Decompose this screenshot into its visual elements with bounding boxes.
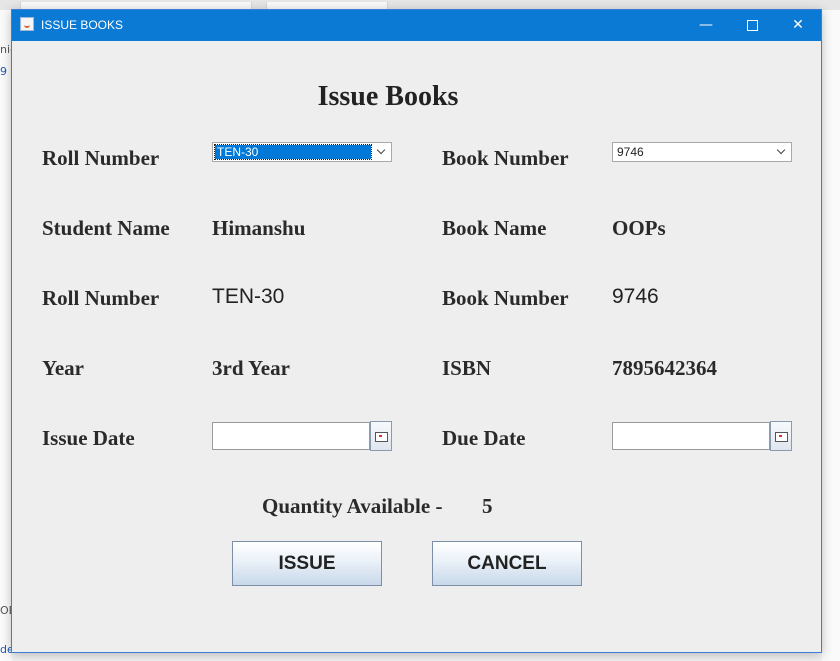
student-name-value: Himanshu bbox=[212, 216, 306, 240]
java-app-icon bbox=[20, 17, 34, 31]
minimize-button[interactable]: — bbox=[683, 10, 729, 41]
roll-number-label-2: Roll Number bbox=[42, 286, 160, 310]
roll-number-combo[interactable]: TEN-30 bbox=[212, 142, 392, 162]
book-number-combo[interactable]: 9746 bbox=[612, 142, 792, 162]
due-date-picker-button[interactable] bbox=[770, 421, 792, 451]
book-name-value: OOPs bbox=[612, 216, 666, 240]
student-name-label: Student Name bbox=[42, 216, 170, 240]
window-title: ISSUE BOOKS bbox=[41, 18, 124, 32]
form-panel: Issue Books Roll Number TEN-30 Book Numb… bbox=[12, 41, 821, 653]
book-number-value: 9746 bbox=[612, 285, 659, 308]
title-bar[interactable]: ISSUE BOOKS — ✕ bbox=[12, 10, 821, 41]
quantity-available-value: 5 bbox=[482, 494, 493, 518]
quantity-available-label: Quantity Available - bbox=[262, 494, 443, 518]
background-window-right bbox=[822, 10, 840, 661]
chevron-down-icon bbox=[375, 146, 387, 158]
issue-date-field[interactable] bbox=[212, 422, 370, 450]
close-button[interactable]: ✕ bbox=[775, 10, 821, 41]
calendar-icon bbox=[375, 432, 388, 442]
due-date-field[interactable] bbox=[612, 422, 770, 450]
isbn-label: ISBN bbox=[442, 356, 492, 380]
background-text: 9 bbox=[0, 65, 7, 78]
book-number-combo-value: 9746 bbox=[617, 145, 644, 159]
book-name-label: Book Name bbox=[442, 216, 547, 240]
issue-books-window: ISSUE BOOKS — ✕ Issue Books Roll Number … bbox=[11, 9, 822, 653]
maximize-icon bbox=[746, 19, 758, 31]
book-number-label-2: Book Number bbox=[442, 286, 569, 310]
page-title: Issue Books bbox=[317, 81, 459, 112]
chevron-down-icon bbox=[775, 146, 787, 158]
issue-button[interactable]: ISSUE bbox=[232, 541, 382, 586]
maximize-button[interactable] bbox=[729, 10, 775, 41]
roll-number-label: Roll Number bbox=[42, 146, 160, 170]
calendar-icon bbox=[775, 432, 788, 442]
roll-number-combo-value: TEN-30 bbox=[214, 144, 372, 160]
book-number-label: Book Number bbox=[442, 146, 569, 170]
year-value: 3rd Year bbox=[212, 356, 290, 380]
isbn-value: 7895642364 bbox=[612, 356, 717, 380]
issue-date-label: Issue Date bbox=[42, 426, 135, 450]
cancel-button[interactable]: CANCEL bbox=[432, 541, 582, 586]
roll-number-value: TEN-30 bbox=[212, 285, 285, 308]
due-date-label: Due Date bbox=[442, 426, 526, 450]
issue-date-picker-button[interactable] bbox=[370, 421, 392, 451]
year-label: Year bbox=[42, 356, 84, 380]
